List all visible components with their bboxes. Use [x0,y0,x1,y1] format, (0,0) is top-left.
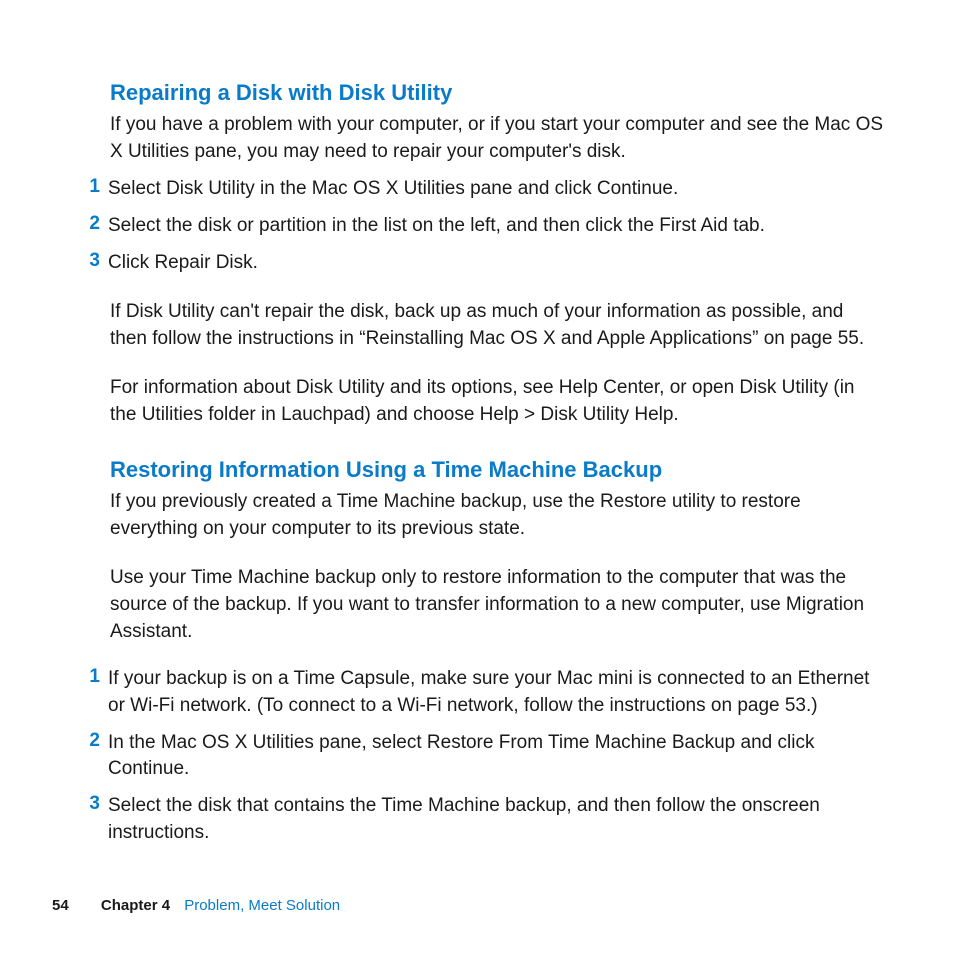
step-number: 3 [80,793,108,815]
step-text: Select the disk or partition in the list… [108,213,884,240]
step-text: If your backup is on a Time Capsule, mak… [108,666,884,720]
step-number: 1 [80,176,108,198]
page-footer: 54 Chapter 4 Problem, Meet Solution [52,897,340,914]
paragraph-help-center: For information about Disk Utility and i… [110,375,884,429]
step-3: 3 Select the disk that contains the Time… [110,793,884,847]
step-text: Select the disk that contains the Time M… [108,793,884,847]
step-text: Select Disk Utility in the Mac OS X Util… [108,176,884,203]
paragraph-backup-only: Use your Time Machine backup only to res… [110,565,884,646]
intro-restoring: If you previously created a Time Machine… [110,489,884,543]
section-restoring-info: Restoring Information Using a Time Machi… [110,457,884,848]
heading-restoring: Restoring Information Using a Time Machi… [110,457,884,483]
section-repairing-disk: Repairing a Disk with Disk Utility If yo… [110,80,884,429]
step-number: 2 [80,213,108,235]
step-3: 3 Click Repair Disk. [110,250,884,277]
step-1: 1 Select Disk Utility in the Mac OS X Ut… [110,176,884,203]
step-text: Click Repair Disk. [108,250,884,277]
page-number: 54 [52,897,69,914]
chapter-title: Problem, Meet Solution [184,897,340,914]
heading-repairing: Repairing a Disk with Disk Utility [110,80,884,106]
step-number: 2 [80,730,108,752]
step-text: In the Mac OS X Utilities pane, select R… [108,730,884,784]
chapter-label: Chapter 4 [101,897,170,914]
page-content: Repairing a Disk with Disk Utility If yo… [0,0,954,847]
step-1: 1 If your backup is on a Time Capsule, m… [110,666,884,720]
step-number: 3 [80,250,108,272]
step-2: 2 In the Mac OS X Utilities pane, select… [110,730,884,784]
paragraph-cant-repair: If Disk Utility can't repair the disk, b… [110,299,884,353]
intro-text: If you have a problem with your computer… [110,112,884,166]
step-2: 2 Select the disk or partition in the li… [110,213,884,240]
step-number: 1 [80,666,108,688]
